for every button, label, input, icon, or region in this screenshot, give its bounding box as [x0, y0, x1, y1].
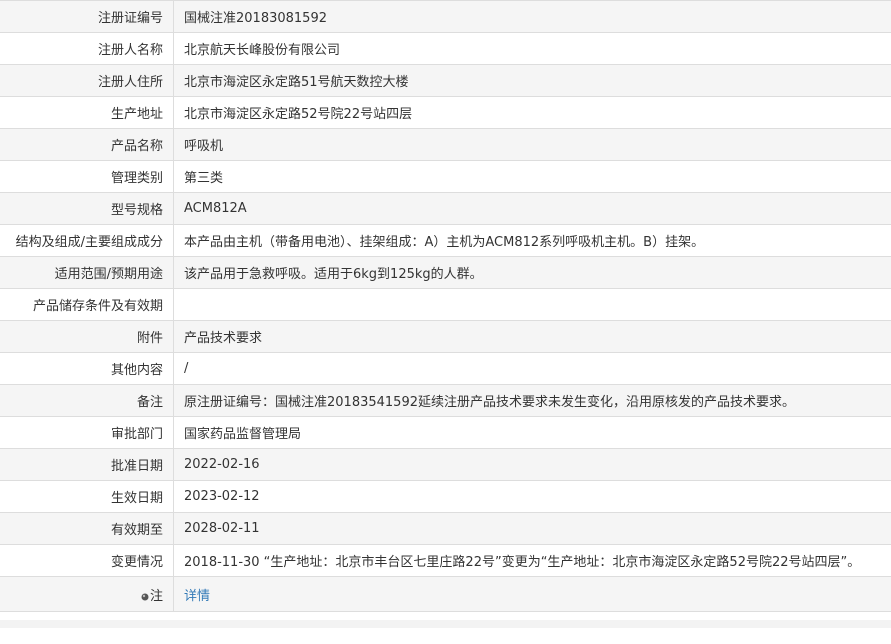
row-label: 生效日期	[0, 481, 174, 512]
table-row: 适用范围/预期用途 该产品用于急救呼吸。适用于6kg到125kg的人群。	[0, 257, 891, 289]
row-label: 生产地址	[0, 97, 174, 128]
row-label: 批准日期	[0, 449, 174, 480]
table-row: 其他内容 /	[0, 353, 891, 385]
row-label: 产品名称	[0, 129, 174, 160]
row-value: 详情	[174, 577, 891, 611]
note-label: 注	[0, 577, 174, 611]
table-row: 管理类别 第三类	[0, 161, 891, 193]
row-label: 型号规格	[0, 193, 174, 224]
row-value: 2022-02-16	[184, 457, 260, 472]
table-row: 生产地址 北京市海淀区永定路52号院22号站四层	[0, 97, 891, 129]
row-label: 备注	[0, 385, 174, 416]
row-value: 该产品用于急救呼吸。适用于6kg到125kg的人群。	[184, 267, 483, 282]
table-row: 附件 产品技术要求	[0, 321, 891, 353]
row-label: 其他内容	[0, 353, 174, 384]
details-link[interactable]: 详情	[184, 585, 210, 604]
pin-icon	[141, 590, 149, 601]
row-value: 产品技术要求	[184, 331, 263, 346]
row-label: 变更情况	[0, 545, 174, 576]
row-label: 注册人名称	[0, 33, 174, 64]
table-row: 结构及组成/主要组成成分 本产品由主机（带备用电池）、挂架组成：A）主机为ACM…	[0, 225, 891, 257]
row-label: 审批部门	[0, 417, 174, 448]
row-value: 第三类	[184, 171, 224, 186]
row-value: 国械注准20183081592	[184, 11, 327, 26]
row-label: 管理类别	[0, 161, 174, 192]
row-value: 北京市海淀区永定路52号院22号站四层	[184, 107, 413, 122]
row-value: 国家药品监督管理局	[184, 427, 302, 442]
table-row: 生效日期 2023-02-12	[0, 481, 891, 513]
row-label: 适用范围/预期用途	[0, 257, 174, 288]
table-row: 注册人名称 北京航天长峰股份有限公司	[0, 33, 891, 65]
row-value	[174, 289, 891, 320]
row-value: 2018-11-30 “生产地址：北京市丰台区七里庄路22号”变更为“生产地址：…	[184, 555, 861, 570]
row-value: 2023-02-12	[184, 489, 260, 504]
table-row: 产品名称 呼吸机	[0, 129, 891, 161]
table-row: 注册证编号 国械注准20183081592	[0, 1, 891, 33]
table-row: 备注 原注册证编号：国械注准20183541592延续注册产品技术要求未发生变化…	[0, 385, 891, 417]
bottom-bar	[0, 620, 891, 628]
row-value: 呼吸机	[184, 139, 224, 154]
row-label: 附件	[0, 321, 174, 352]
table-row: 注册人住所 北京市海淀区永定路51号航天数控大楼	[0, 65, 891, 97]
detail-table: 注册证编号 国械注准20183081592 注册人名称 北京航天长峰股份有限公司…	[0, 0, 891, 612]
row-label: 注册证编号	[0, 1, 174, 32]
row-label: 有效期至	[0, 513, 174, 544]
row-label: 结构及组成/主要组成成分	[0, 225, 174, 256]
table-row: 审批部门 国家药品监督管理局	[0, 417, 891, 449]
table-row: 批准日期 2022-02-16	[0, 449, 891, 481]
row-value: /	[184, 361, 189, 376]
row-value: 北京航天长峰股份有限公司	[184, 43, 341, 58]
table-row: 注 详情	[0, 577, 891, 612]
table-row: 变更情况 2018-11-30 “生产地址：北京市丰台区七里庄路22号”变更为“…	[0, 545, 891, 577]
row-value: 原注册证编号：国械注准20183541592延续注册产品技术要求未发生变化，沿用…	[184, 395, 795, 410]
row-value: 本产品由主机（带备用电池）、挂架组成：A）主机为ACM812系列呼吸机主机。B）…	[184, 235, 705, 250]
note-label-text: 注	[149, 588, 163, 604]
row-value: ACM812A	[184, 201, 247, 216]
row-value: 北京市海淀区永定路51号航天数控大楼	[184, 75, 409, 90]
row-label: 注册人住所	[0, 65, 174, 96]
table-row: 产品储存条件及有效期	[0, 289, 891, 321]
row-value: 2028-02-11	[184, 521, 260, 536]
row-label: 产品储存条件及有效期	[0, 289, 174, 320]
table-row: 型号规格 ACM812A	[0, 193, 891, 225]
table-row: 有效期至 2028-02-11	[0, 513, 891, 545]
